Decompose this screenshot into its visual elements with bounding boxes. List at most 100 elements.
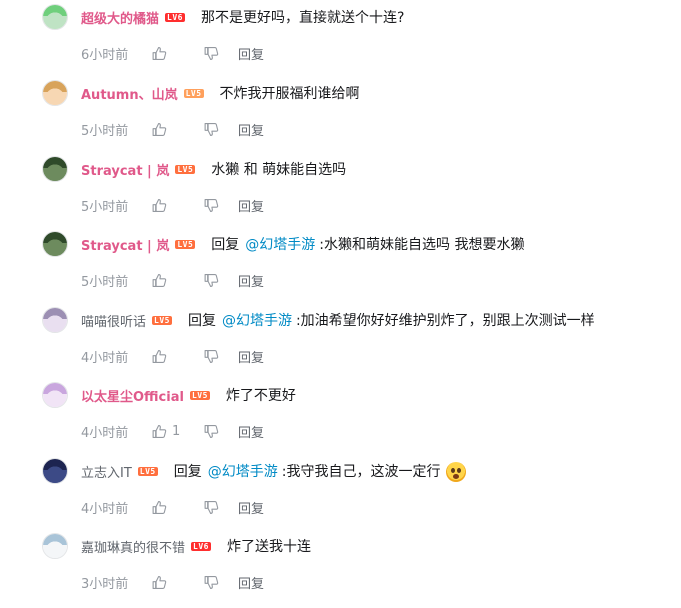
- thumbs-down-icon: [204, 46, 219, 60]
- avatar-image: [43, 534, 67, 558]
- avatar-image: [43, 232, 67, 256]
- thumbs-down-icon: [204, 349, 219, 363]
- comment-item: 立志入IT LV5 回复 @幻塔手游:我守我自己，这波一定行 4小时前 回复: [0, 458, 681, 533]
- like-button[interactable]: [151, 348, 203, 365]
- comment-body: :加油希望你好好维护别炸了，别跟上次测试一样: [295, 313, 595, 329]
- comment-text: 回复 @幻塔手游:我守我自己，这波一定行: [174, 461, 466, 482]
- like-button[interactable]: [151, 574, 203, 591]
- username[interactable]: 嘉珈琳真的很不错: [81, 537, 185, 556]
- like-button[interactable]: [151, 45, 203, 62]
- comment-body: :我守我自己，这波一定行: [281, 463, 441, 480]
- reply-button[interactable]: 回复: [238, 498, 264, 517]
- comment-body: 炸了送我十连: [226, 539, 311, 555]
- dislike-button[interactable]: [203, 348, 238, 365]
- username[interactable]: Straycat | 岚: [81, 160, 169, 179]
- dislike-button[interactable]: [203, 45, 238, 62]
- thumbs-up-icon: [152, 575, 167, 589]
- dislike-button[interactable]: [203, 423, 238, 440]
- dislike-button[interactable]: [203, 574, 238, 591]
- avatar[interactable]: [42, 382, 68, 408]
- mention-link[interactable]: @幻塔手游: [222, 313, 292, 329]
- mention-link[interactable]: @幻塔手游: [245, 237, 315, 253]
- avatar[interactable]: [42, 156, 68, 182]
- username[interactable]: 立志入IT: [81, 462, 132, 481]
- thumbs-down-icon: [204, 424, 219, 438]
- level-badge: LV5: [137, 466, 158, 476]
- comment-time: 5小时前: [81, 123, 129, 139]
- thumbs-down-icon: [204, 500, 219, 514]
- level-badge: LV5: [175, 239, 196, 249]
- comment-item: 以太星尘Official LV5 炸了不更好 4小时前 1 回复: [0, 382, 681, 457]
- comment-time: 4小时前: [81, 501, 129, 517]
- comment-text: 回复 @幻塔手游:水獭和萌妹能自选吗 我想要水獭: [211, 234, 524, 254]
- comment-text: 水獭 和 萌妹能自选吗: [211, 159, 346, 179]
- level-badge: LV6: [191, 541, 211, 551]
- mention-link[interactable]: @幻塔手游: [208, 464, 278, 480]
- comment-time: 5小时前: [81, 199, 129, 215]
- thumbs-up-icon: [152, 122, 167, 136]
- comment-text: 不炸我开服福利谁给啊: [220, 83, 360, 103]
- level-badge: LV5: [189, 390, 210, 400]
- dislike-button[interactable]: [203, 121, 238, 138]
- level-badge: LV5: [175, 164, 196, 174]
- avatar-image: [43, 459, 67, 483]
- avatar-image: [43, 383, 67, 407]
- like-button[interactable]: [151, 499, 203, 516]
- comment-text: 那不是更好吗，直接就送个十连?: [201, 7, 404, 27]
- comment-item: Straycat | 岚 LV5 水獭 和 萌妹能自选吗 5小时前 回复: [0, 156, 681, 231]
- comment-body: 那不是更好吗，直接就送个十连?: [200, 10, 405, 26]
- reply-button[interactable]: 回复: [238, 573, 264, 592]
- avatar[interactable]: [42, 4, 68, 30]
- avatar[interactable]: [42, 458, 68, 484]
- avatar-image: [43, 81, 67, 105]
- avatar-image: [43, 308, 67, 332]
- dislike-button[interactable]: [203, 499, 238, 516]
- level-badge: LV6: [165, 12, 185, 22]
- comment-item: 超级大的橘猫 LV6 那不是更好吗，直接就送个十连? 6小时前 回复: [0, 4, 681, 79]
- reply-button[interactable]: 回复: [238, 271, 264, 290]
- reply-prefix: 回复: [173, 463, 202, 480]
- comment-time: 4小时前: [81, 350, 129, 366]
- like-button[interactable]: [151, 272, 203, 289]
- dislike-button[interactable]: [203, 272, 238, 289]
- comment-time: 4小时前: [81, 425, 129, 441]
- reply-prefix: 回复: [211, 237, 240, 253]
- username[interactable]: 以太星尘Official: [81, 386, 184, 405]
- like-button[interactable]: 1: [151, 423, 203, 440]
- comment-text: 炸了送我十连: [227, 536, 311, 556]
- comment-item: Straycat | 岚 LV5 回复 @幻塔手游:水獭和萌妹能自选吗 我想要水獭…: [0, 231, 681, 306]
- comment-body: :水獭和萌妹能自选吗 我想要水獭: [319, 237, 525, 253]
- avatar-image: [43, 157, 67, 181]
- thumbs-up-icon: [152, 46, 167, 60]
- comment-text: 炸了不更好: [226, 385, 296, 405]
- thumbs-up-icon: [152, 500, 167, 514]
- reply-button[interactable]: 回复: [238, 422, 264, 441]
- avatar[interactable]: [42, 307, 68, 333]
- reply-button[interactable]: 回复: [238, 44, 264, 63]
- comment-text: 回复 @幻塔手游:加油希望你好好维护别炸了，别跟上次测试一样: [188, 310, 595, 330]
- reply-button[interactable]: 回复: [238, 120, 264, 139]
- reply-button[interactable]: 回复: [238, 196, 264, 215]
- comment-body: 水獭 和 萌妹能自选吗: [211, 162, 347, 178]
- reply-button[interactable]: 回复: [238, 347, 264, 366]
- avatar[interactable]: [42, 80, 68, 106]
- username[interactable]: Straycat | 岚: [81, 235, 169, 254]
- comment-item: Autumn、山岚 LV5 不炸我开服福利谁给啊 5小时前 回复: [0, 80, 681, 155]
- username[interactable]: 喵喵很听话: [81, 311, 146, 330]
- thumbs-up-icon: [152, 198, 167, 212]
- surprised-emoji-icon: [445, 461, 466, 482]
- level-badge: LV5: [183, 88, 204, 98]
- thumbs-down-icon: [204, 273, 219, 287]
- username[interactable]: 超级大的橘猫: [81, 8, 159, 27]
- thumbs-down-icon: [204, 122, 219, 136]
- avatar[interactable]: [42, 231, 68, 257]
- comment-body: 不炸我开服福利谁给啊: [219, 86, 360, 102]
- thumbs-up-icon: [152, 349, 167, 363]
- like-button[interactable]: [151, 197, 203, 214]
- dislike-button[interactable]: [203, 197, 238, 214]
- like-button[interactable]: [151, 121, 203, 138]
- avatar[interactable]: [42, 533, 68, 559]
- username[interactable]: Autumn、山岚: [81, 84, 178, 103]
- comment-time: 3小时前: [81, 576, 129, 592]
- avatar-image: [43, 5, 67, 29]
